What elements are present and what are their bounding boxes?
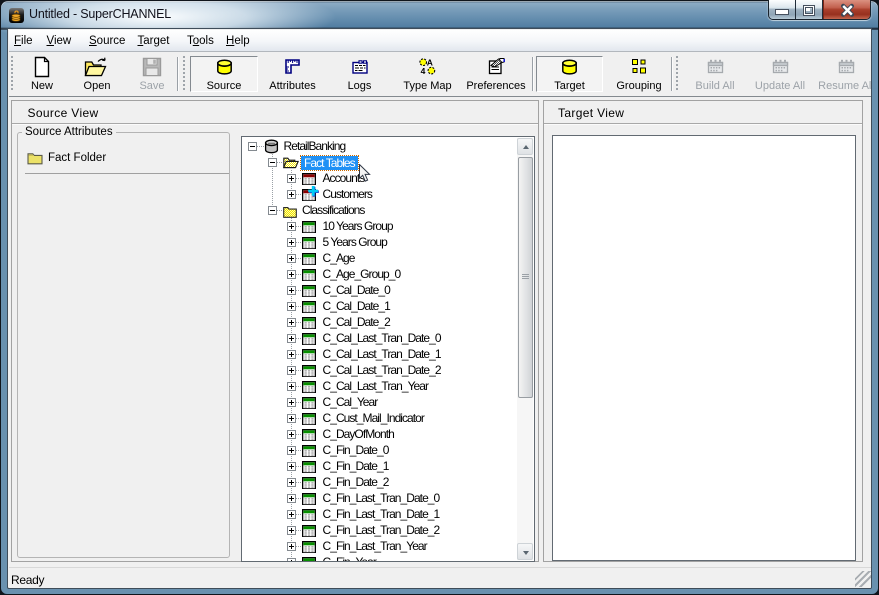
svg-text:4: 4 (421, 66, 426, 75)
svg-text:A: A (427, 58, 433, 68)
